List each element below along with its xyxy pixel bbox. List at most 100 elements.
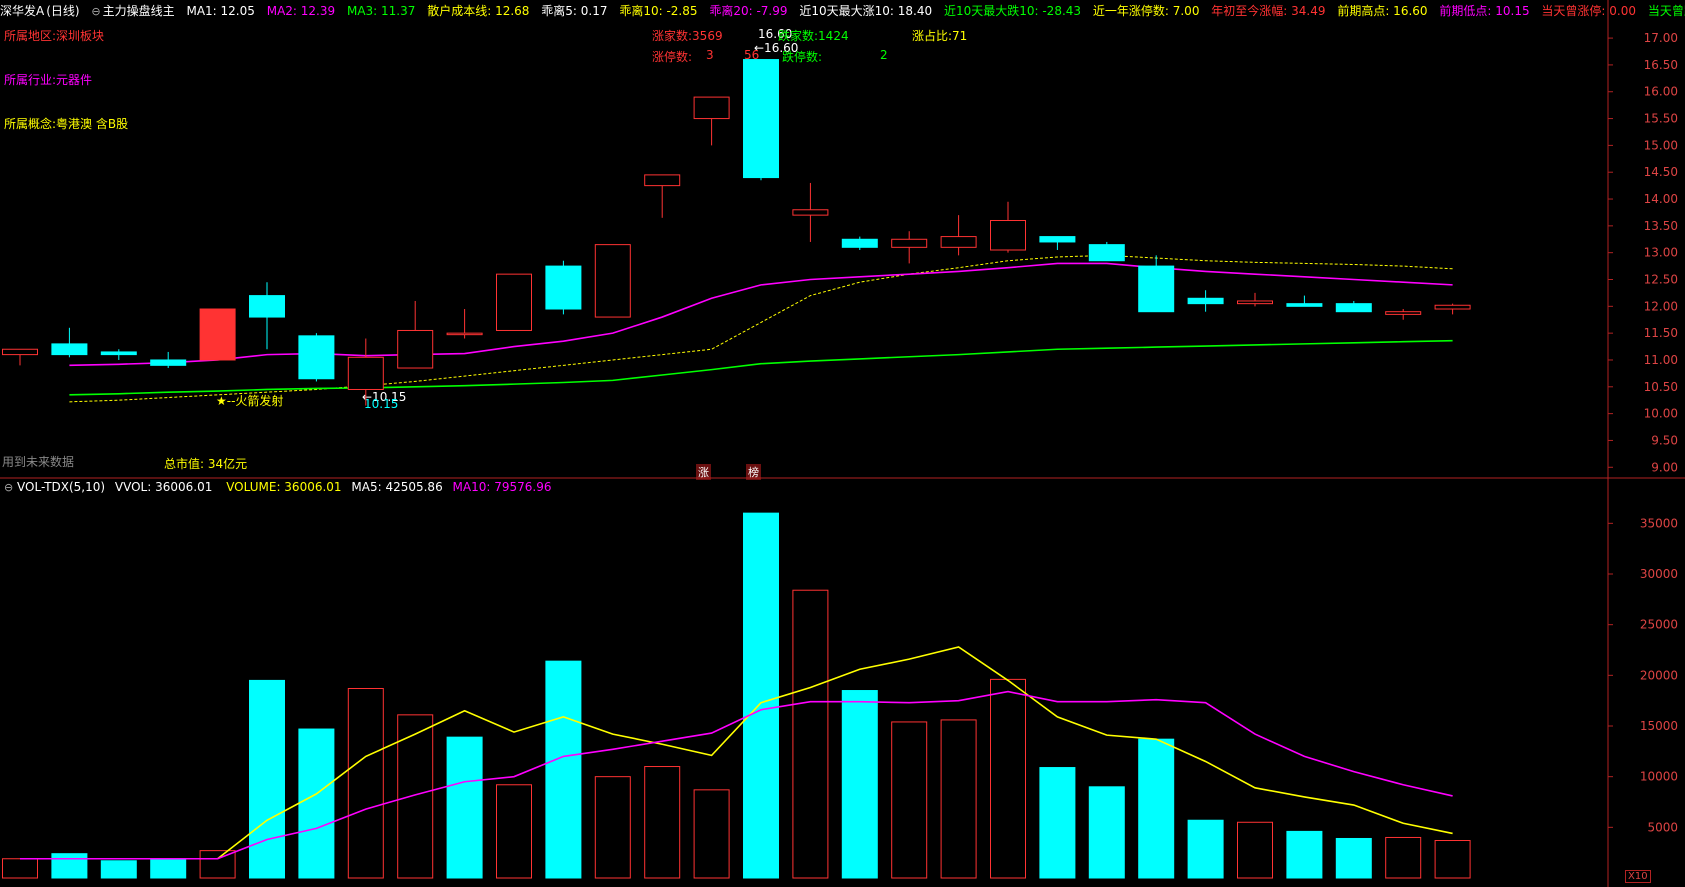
- candle-body: [1335, 303, 1372, 313]
- candle-body: [100, 351, 137, 356]
- volume-bar: [446, 736, 483, 879]
- volume-bar: [1237, 821, 1273, 879]
- price-tick-label: 11.50: [1644, 326, 1678, 340]
- volume-bar: [150, 859, 187, 879]
- price-tick-label: 16.50: [1644, 58, 1678, 72]
- rank-tag-zhang[interactable]: 涨: [696, 464, 711, 480]
- ma1-value: MA1: 12.05: [186, 4, 255, 18]
- cost-line-value: 散户成本线: 12.68: [427, 4, 530, 18]
- vol-indicator-name[interactable]: VOL-TDX(5,10): [17, 480, 105, 494]
- limit-up-today-value: 当天曾涨停: 0.00: [1541, 4, 1636, 18]
- limit-down-today-value: 当天曾跌停: 0: [1647, 4, 1685, 18]
- vvol-value: VVOL: 36006.01: [114, 480, 213, 494]
- limit-days-value: 近一年涨停数: 7.00: [1092, 4, 1200, 18]
- limit-down-count-value: 2: [880, 48, 888, 62]
- chart-stage: 深华发A (日线) ⊖ 主力操盘线主 MA1: 12.05 MA2: 12.39 M…: [0, 0, 1685, 887]
- price-tick-label: 12.50: [1644, 273, 1678, 287]
- concept-label: 所属概念:粤港澳 含B股: [4, 117, 129, 131]
- volume-bar: [891, 721, 928, 879]
- region-label: 所属地区:深圳板块: [4, 29, 105, 43]
- ma2-line: [69, 262, 1453, 367]
- bias10-value: 乖离10: -2.85: [619, 4, 698, 18]
- volume-bar: [298, 728, 335, 879]
- limit-up-count-label: 涨停数:: [652, 50, 693, 64]
- volume-bar: [1088, 786, 1125, 879]
- candle-body: [940, 236, 977, 248]
- volume-tick-label: 30000: [1640, 567, 1678, 581]
- vol-ma10-value: MA10: 79576.96: [452, 480, 552, 494]
- volume-bar: [2, 858, 38, 879]
- ytd-value: 年初至今涨幅: 34.49: [1211, 4, 1326, 18]
- price-tick-label: 16.00: [1644, 85, 1678, 99]
- volume-bar: [1434, 840, 1471, 879]
- candle-body: [446, 332, 483, 336]
- volume-bar: [1039, 767, 1076, 879]
- volume-bar: [397, 714, 434, 879]
- kline-chart[interactable]: 9.00 9.50 10.00 10.50 11.00 11.50 12.00 12.50 13…: [0, 0, 1685, 887]
- price-tick-label: 9.50: [1651, 433, 1678, 447]
- volume-bar: [990, 678, 1026, 879]
- future-data-note: 用到未来数据: [2, 455, 75, 469]
- candle-body: [990, 219, 1026, 251]
- volume-bar: [51, 853, 88, 879]
- volume-bar: [249, 679, 285, 879]
- volume-bar: [545, 660, 582, 879]
- max-down10-value: 近10天最大跌10: -28.43: [943, 4, 1082, 18]
- limit-up-count-b: 56: [744, 48, 760, 62]
- prev-low-value: 前期低点: 10.15: [1439, 4, 1530, 18]
- candle-body: [347, 356, 384, 390]
- volume-bar: [1385, 836, 1422, 879]
- candle-body: [743, 59, 779, 179]
- volume-bar: [940, 719, 977, 879]
- volume-bar: [1187, 819, 1224, 879]
- volume-tick-label: 10000: [1640, 770, 1678, 784]
- stock-name[interactable]: 深华发A: [0, 4, 44, 18]
- price-tick-label: 15.50: [1644, 112, 1678, 126]
- volume-bar: [594, 776, 631, 879]
- candle-body: [150, 359, 187, 366]
- limit-down-count-label: 跌停数:: [782, 50, 823, 64]
- candle-body: [397, 329, 434, 369]
- up-ratio-label: 涨占比:71: [912, 29, 968, 43]
- price-tick-label: 11.00: [1644, 353, 1678, 367]
- candle-body: [1434, 304, 1471, 310]
- indicator-name[interactable]: 主力操盘线主: [103, 4, 175, 18]
- rocket-signal: ★--火箭发射: [216, 394, 284, 408]
- candle-body: [545, 265, 582, 310]
- candle-body: [1039, 236, 1076, 243]
- volume-ma10-line: [20, 690, 1453, 860]
- circle-minus-icon[interactable]: ⊖: [91, 5, 100, 18]
- volume-bar: [1138, 738, 1175, 879]
- bias20-value: 乖离20: -7.99: [709, 4, 788, 18]
- volume-tick-label: 20000: [1640, 668, 1678, 682]
- candle-body: [199, 308, 236, 361]
- circle-minus-icon[interactable]: ⊖: [4, 481, 13, 494]
- rank-tag-bang[interactable]: 榜: [746, 464, 761, 480]
- limit-up-count-a: 3: [706, 48, 714, 62]
- ma3-value: MA3: 11.37: [346, 4, 416, 18]
- volume-bar: [743, 512, 779, 879]
- ma3-line: [69, 339, 1453, 396]
- price-tick-label: 10.50: [1644, 380, 1678, 394]
- candle-body: [644, 174, 681, 187]
- price-tick-label: 13.00: [1644, 246, 1678, 260]
- volume-bar: [347, 688, 384, 879]
- price-tick-label: 9.00: [1651, 460, 1678, 474]
- bias5-value: 乖离5: 0.17: [541, 4, 608, 18]
- period-label[interactable]: (日线): [46, 4, 79, 18]
- candle-body: [298, 335, 335, 380]
- volume-tick-label: 25000: [1640, 618, 1678, 632]
- candle-body: [51, 343, 88, 356]
- candle-body: [1088, 244, 1125, 262]
- volume-bar: [841, 690, 878, 879]
- volume-bar: [693, 789, 730, 879]
- up-count-label: 涨家数:3569: [652, 29, 723, 43]
- volume-tick-label: 35000: [1640, 516, 1678, 530]
- candle-body: [841, 238, 878, 248]
- candle-body: [496, 273, 532, 331]
- volume-bar: [644, 766, 681, 879]
- candle-body: [792, 209, 829, 216]
- volume-header: ⊖ VOL-TDX(5,10) VVOL: 36006.01 VOLUME: 3…: [4, 480, 551, 494]
- scale-tag[interactable]: X10: [1625, 870, 1651, 883]
- price-tick-label: 10.00: [1644, 407, 1678, 421]
